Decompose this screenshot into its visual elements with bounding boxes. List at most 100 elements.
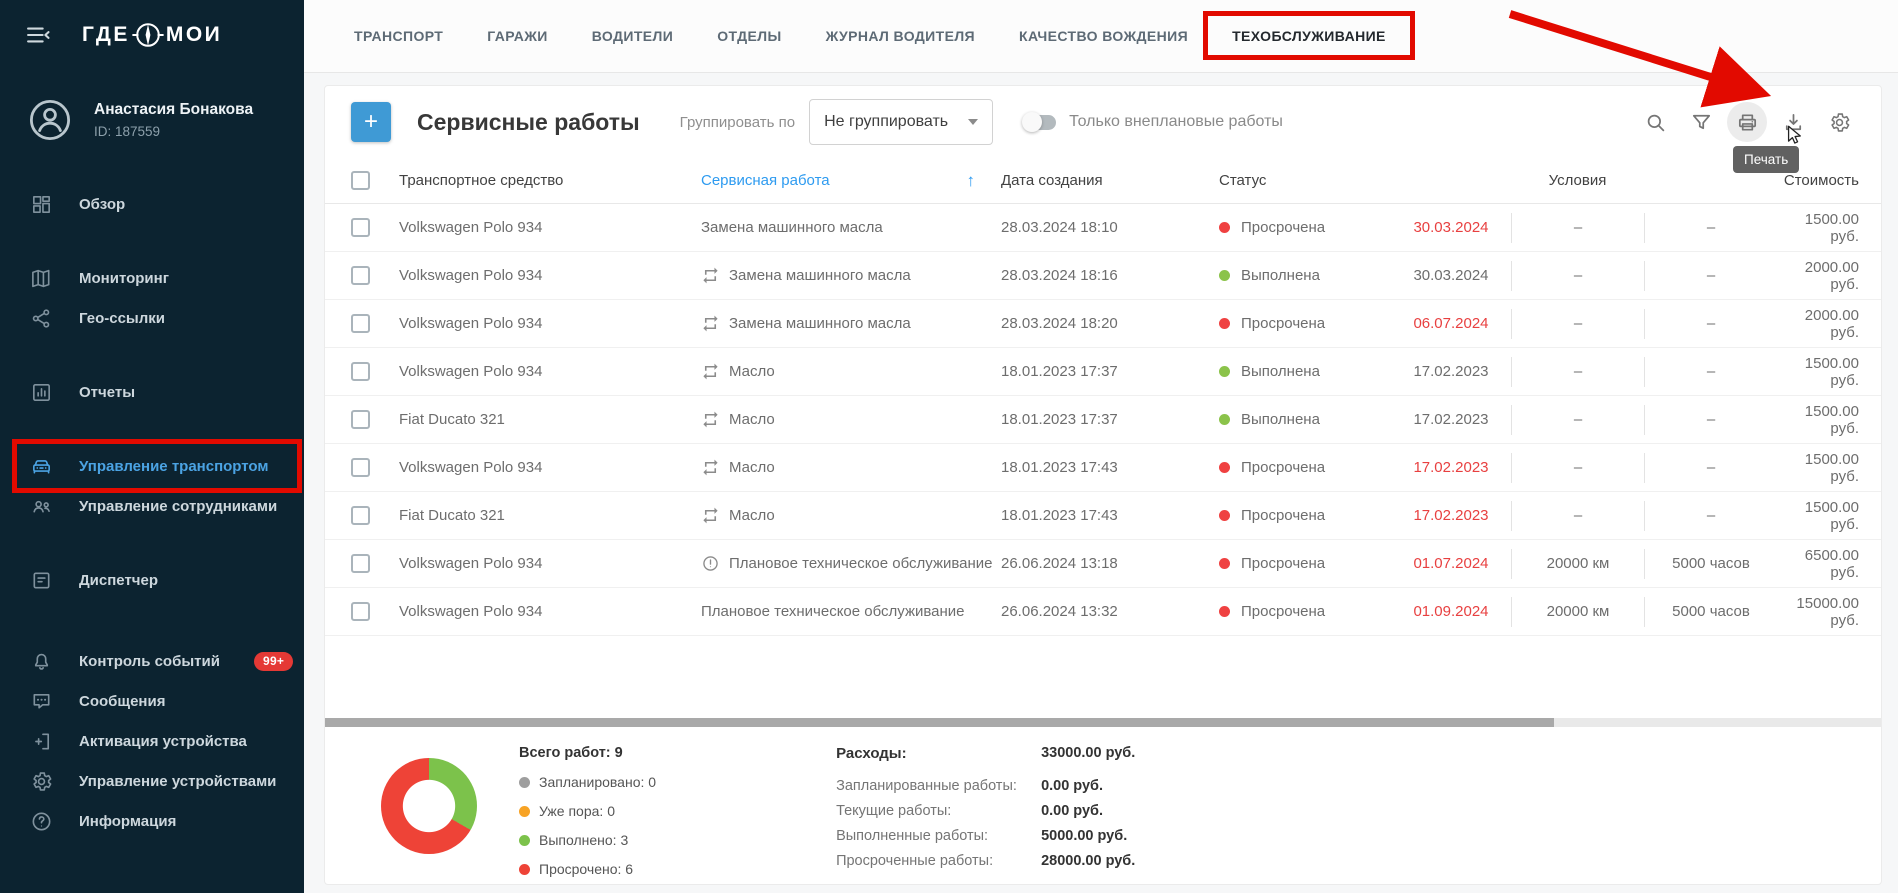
table-row[interactable]: Volkswagen Polo 934Замена машинного масл… bbox=[325, 204, 1881, 252]
tab-driving-quality[interactable]: КАЧЕСТВО ВОЖДЕНИЯ bbox=[997, 28, 1210, 44]
app-window: ГДЕ МОИ Анастасия Бонакова ID: 187559 Об… bbox=[0, 0, 1898, 893]
row-checkbox[interactable] bbox=[351, 362, 370, 381]
row-checkbox[interactable] bbox=[351, 410, 370, 429]
status-dot-icon bbox=[1219, 606, 1230, 617]
menu-collapse-icon[interactable] bbox=[24, 21, 52, 49]
header-cost[interactable]: Стоимость bbox=[1777, 172, 1859, 189]
sidebar-item-event-control[interactable]: Контроль событий99+ bbox=[0, 641, 304, 681]
sidebar-item-overview[interactable]: Обзор bbox=[0, 184, 304, 224]
cost-cell: 1500.00 руб. bbox=[1777, 403, 1859, 437]
sidebar-item-employee-management[interactable]: Управление сотрудниками bbox=[0, 486, 304, 526]
sidebar-item-device-management[interactable]: Управление устройствами bbox=[0, 761, 304, 801]
header-service[interactable]: Сервисная работа bbox=[701, 171, 1001, 191]
sidebar-item-monitoring[interactable]: Мониторинг bbox=[0, 258, 304, 298]
logo-text-right: МОИ bbox=[166, 23, 222, 47]
sidebar-item-information[interactable]: Информация bbox=[0, 801, 304, 841]
sidebar-item-messages[interactable]: Сообщения bbox=[0, 681, 304, 721]
print-tooltip: Печать bbox=[1733, 146, 1799, 173]
tab-transport[interactable]: ТРАНСПОРТ bbox=[332, 28, 465, 44]
table-body: Volkswagen Polo 934Замена машинного масл… bbox=[325, 204, 1881, 636]
header-conditions[interactable]: Условия bbox=[1511, 158, 1644, 203]
status-cell: Выполнена bbox=[1219, 411, 1391, 428]
vehicle-cell: Volkswagen Polo 934 bbox=[399, 603, 701, 620]
group-by-select[interactable]: Не группировать bbox=[809, 99, 993, 145]
vehicle-cell: Volkswagen Polo 934 bbox=[399, 555, 701, 572]
sidebar-item-reports[interactable]: Отчеты bbox=[0, 372, 304, 412]
settings-button[interactable] bbox=[1819, 102, 1859, 142]
sidebar-item-label: Мониторинг bbox=[79, 270, 169, 287]
warning-icon bbox=[701, 554, 720, 573]
table-row[interactable]: Volkswagen Polo 934Масло18.01.2023 17:43… bbox=[325, 444, 1881, 492]
sidebar-item-label: Информация bbox=[79, 813, 176, 830]
sidebar-item-vehicle-management[interactable]: Управление транспортом bbox=[0, 446, 304, 486]
total-works-label: Всего работ: 9 bbox=[519, 745, 656, 761]
row-checkbox[interactable] bbox=[351, 314, 370, 333]
header-created[interactable]: Дата создания bbox=[1001, 172, 1219, 189]
due-date-cell: 01.07.2024 bbox=[1391, 555, 1511, 572]
row-checkbox[interactable] bbox=[351, 506, 370, 525]
sidebar-item-dispatcher[interactable]: Диспетчер bbox=[0, 560, 304, 600]
table-row[interactable]: Volkswagen Polo 934Масло18.01.2023 17:37… bbox=[325, 348, 1881, 396]
service-cell: Замена машинного масла bbox=[701, 219, 1001, 236]
table-row[interactable]: Fiat Ducato 321Масло18.01.2023 17:37Выпо… bbox=[325, 396, 1881, 444]
service-cell: Масло bbox=[701, 506, 1001, 525]
print-button[interactable] bbox=[1727, 102, 1767, 142]
table-row[interactable]: Fiat Ducato 321Масло18.01.2023 17:43Прос… bbox=[325, 492, 1881, 540]
legend-dot-icon bbox=[519, 806, 530, 817]
row-checkbox[interactable] bbox=[351, 458, 370, 477]
row-checkbox[interactable] bbox=[351, 602, 370, 621]
legend-item: Запланировано: 0 bbox=[519, 774, 656, 790]
add-service-work-button[interactable]: + bbox=[351, 102, 391, 142]
bell-icon bbox=[30, 650, 53, 673]
sidebar-item-label: Управление сотрудниками bbox=[79, 498, 277, 515]
table-row[interactable]: Volkswagen Polo 934Замена машинного масл… bbox=[325, 300, 1881, 348]
row-checkbox[interactable] bbox=[351, 554, 370, 573]
header-status[interactable]: Статус bbox=[1219, 172, 1391, 189]
condition-km-cell: – bbox=[1511, 309, 1644, 339]
sidebar-item-label: Управление устройствами bbox=[79, 773, 276, 790]
sidebar-item-device-activation[interactable]: Активация устройства bbox=[0, 721, 304, 761]
legend-item: Просрочено: 6 bbox=[519, 861, 656, 877]
table-row[interactable]: Volkswagen Polo 934Плановое техническое … bbox=[325, 540, 1881, 588]
status-label: Выполнена bbox=[1241, 411, 1320, 428]
condition-km-cell: 20000 км bbox=[1511, 549, 1644, 579]
row-checkbox[interactable] bbox=[351, 218, 370, 237]
vehicle-cell: Volkswagen Polo 934 bbox=[399, 219, 701, 236]
tab-driver-journal[interactable]: ЖУРНАЛ ВОДИТЕЛЯ bbox=[804, 28, 997, 44]
cost-cell: 1500.00 руб. bbox=[1777, 355, 1859, 389]
header-vehicle[interactable]: Транспортное средство bbox=[399, 172, 701, 189]
dispatcher-icon bbox=[30, 569, 53, 592]
sidebar-group: Обзор bbox=[0, 184, 304, 224]
vehicle-cell: Volkswagen Polo 934 bbox=[399, 267, 701, 284]
table-row[interactable]: Volkswagen Polo 934Плановое техническое … bbox=[325, 588, 1881, 636]
unplanned-only-toggle[interactable]: Только внеплановые работы bbox=[1023, 113, 1283, 131]
user-profile[interactable]: Анастасия Бонакова ID: 187559 bbox=[0, 96, 304, 144]
tab-departments[interactable]: ОТДЕЛЫ bbox=[695, 28, 803, 44]
repeat-icon bbox=[701, 506, 720, 525]
status-label: Просрочена bbox=[1241, 219, 1325, 236]
status-dot-icon bbox=[1219, 414, 1230, 425]
donut-legend: Всего работ: 9 Запланировано: 0Уже пора:… bbox=[519, 745, 656, 877]
row-checkbox[interactable] bbox=[351, 266, 370, 285]
sidebar-item-geo-links[interactable]: Гео-ссылки bbox=[0, 298, 304, 338]
status-cell: Просрочена bbox=[1219, 507, 1391, 524]
scrollbar-thumb[interactable] bbox=[325, 718, 1554, 727]
table-row[interactable]: Volkswagen Polo 934Замена машинного масл… bbox=[325, 252, 1881, 300]
search-button[interactable] bbox=[1635, 102, 1675, 142]
summary-panel: Всего работ: 9 Запланировано: 0Уже пора:… bbox=[325, 727, 1881, 884]
tab-drivers[interactable]: ВОДИТЕЛИ bbox=[570, 28, 695, 44]
select-all-checkbox[interactable] bbox=[351, 171, 370, 190]
created-cell: 26.06.2024 13:18 bbox=[1001, 555, 1219, 572]
status-label: Просрочена bbox=[1241, 603, 1325, 620]
legend-dot-icon bbox=[519, 864, 530, 875]
group-by-value: Не группировать bbox=[824, 113, 948, 131]
tab-garages[interactable]: ГАРАЖИ bbox=[465, 28, 570, 44]
expenses-panel: Расходы: 33000.00 руб. Запланированные р… bbox=[836, 745, 1135, 869]
compass-icon bbox=[131, 18, 165, 52]
created-cell: 28.03.2024 18:20 bbox=[1001, 315, 1219, 332]
created-cell: 18.01.2023 17:37 bbox=[1001, 363, 1219, 380]
status-label: Выполнена bbox=[1241, 267, 1320, 284]
vehicle-cell: Volkswagen Polo 934 bbox=[399, 315, 701, 332]
filter-button[interactable] bbox=[1681, 102, 1721, 142]
tab-maintenance[interactable]: ТЕХОБСЛУЖИВАНИЕ bbox=[1210, 28, 1408, 44]
